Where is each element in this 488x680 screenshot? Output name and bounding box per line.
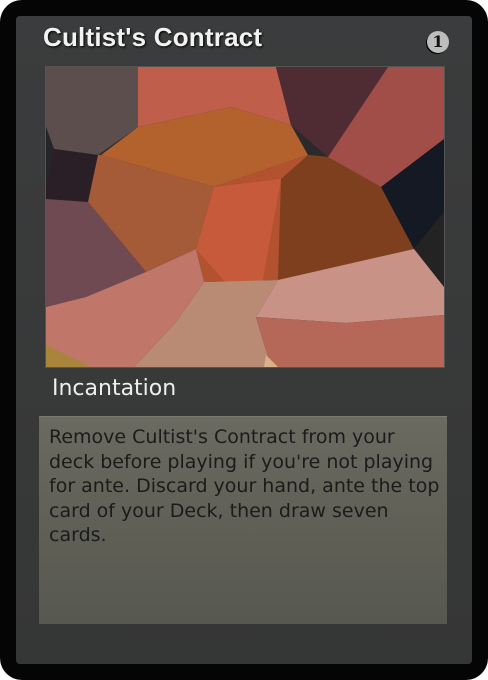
type-line: Incantation [52, 376, 177, 401]
mana-cost-icon: 1 [427, 31, 449, 53]
rules-text: Remove Cultist's Contract from your deck… [49, 426, 440, 546]
card-art [45, 66, 445, 368]
card-border[interactable]: Cultist's Contract 1 Incantation Remove … [0, 0, 488, 680]
card-name: Cultist's Contract [43, 22, 263, 52]
card-art-illustration [46, 67, 444, 367]
rules-textbox: Remove Cultist's Contract from your deck… [39, 416, 447, 624]
